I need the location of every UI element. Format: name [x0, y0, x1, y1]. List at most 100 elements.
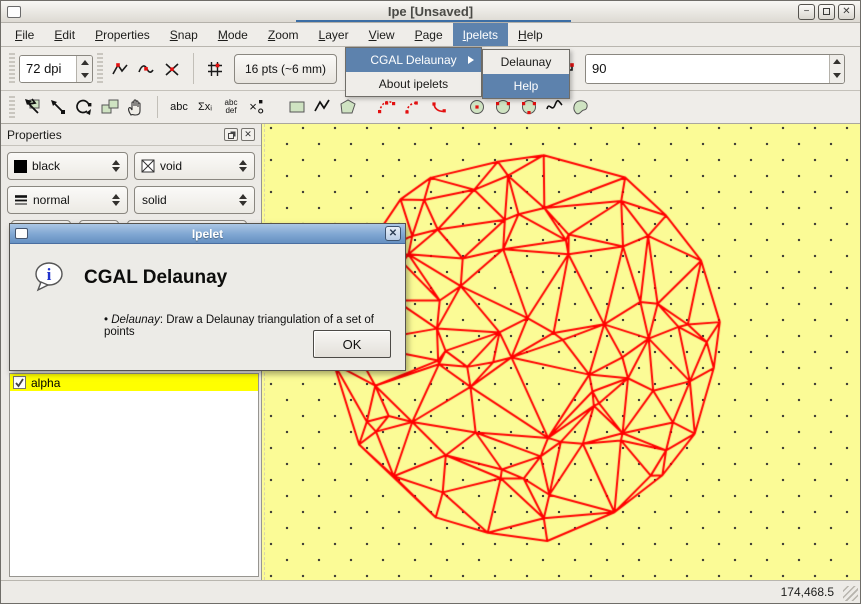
polygon-mode-button[interactable] [336, 95, 362, 119]
toolbar-grip[interactable] [9, 53, 15, 83]
checkmark-icon [14, 377, 25, 388]
spline-mode-button[interactable] [374, 95, 400, 119]
text-label-mode-button[interactable]: abc [166, 95, 192, 119]
resize-grip-icon[interactable] [843, 586, 858, 601]
vertex-snap-icon [111, 60, 129, 78]
dialog-heading: CGAL Delaunay [84, 267, 227, 289]
properties-header: Properties ✕ [1, 124, 261, 146]
description-term: Delaunay [111, 314, 160, 326]
ipelets-dropdown-menu: CGAL Delaunay About ipelets [345, 47, 482, 97]
select-mode-button[interactable] [19, 95, 45, 119]
menuitem-label: CGAL Delaunay [370, 53, 456, 67]
stretch-mode-button[interactable] [97, 95, 123, 119]
menu-mode[interactable]: Mode [208, 23, 258, 46]
menu-help[interactable]: Help [508, 23, 553, 46]
up-arrow-icon [833, 59, 841, 64]
layer-row-alpha[interactable]: alpha [10, 374, 258, 391]
angle-input[interactable] [586, 55, 829, 83]
menuitem-label: Delaunay [501, 55, 552, 69]
rotate-tool-icon [73, 96, 95, 118]
menuitem-delaunay[interactable]: Delaunay [483, 50, 569, 74]
float-icon [228, 133, 234, 139]
menu-page[interactable]: Page [405, 23, 453, 46]
menu-properties[interactable]: Properties [85, 23, 160, 46]
rotate-mode-button[interactable] [71, 95, 97, 119]
resolution-spinbox [19, 55, 93, 83]
dash-style-selector[interactable]: solid [134, 186, 255, 214]
menu-view[interactable]: View [359, 23, 405, 46]
intersection-snap-icon [163, 60, 181, 78]
pen-width-value: normal [33, 193, 109, 207]
status-bar: 174,468.5 [1, 580, 860, 603]
paragraph-tool-icon: abc def [225, 99, 238, 115]
menuitem-help[interactable]: Help [483, 74, 569, 98]
resolution-up-button[interactable] [77, 56, 92, 69]
menu-zoom[interactable]: Zoom [258, 23, 309, 46]
menu-edit[interactable]: Edit [44, 23, 85, 46]
properties-title: Properties [7, 128, 62, 142]
menubar: File Edit Properties Snap Mode Zoom Laye… [1, 23, 860, 47]
arc-tool-icon [402, 96, 424, 118]
marks-shapes-icon [257, 99, 265, 115]
layer-checkbox[interactable] [13, 376, 26, 389]
dialog-title: Ipelet [10, 227, 405, 241]
ipe-window: Ipe [Unsaved] − ✕ File Edit Properties S… [0, 0, 861, 604]
menu-ipelets[interactable]: Ipelets [453, 23, 508, 46]
snap-grid-button[interactable] [202, 56, 228, 82]
menuitem-about-ipelets[interactable]: About ipelets [346, 72, 481, 96]
close-panel-button[interactable]: ✕ [241, 128, 255, 141]
dialog-titlebar[interactable]: Ipelet ✕ [10, 224, 405, 244]
closed-spline-mode-button[interactable] [568, 95, 594, 119]
hand-pan-tool-icon [125, 96, 147, 118]
arc-center-mode-button[interactable] [426, 95, 452, 119]
text-tool-icon: abc [170, 102, 188, 112]
title-underline [296, 20, 571, 22]
toolbar-grip[interactable] [9, 96, 15, 118]
snap-vertex-button[interactable] [107, 56, 133, 82]
marks-mode-button[interactable]: × [244, 95, 270, 119]
resolution-input[interactable] [20, 56, 76, 82]
menu-layer[interactable]: Layer [309, 23, 359, 46]
down-arrow-icon [81, 73, 89, 78]
ipelet-dialog: Ipelet ✕ i CGAL Delaunay • Delaunay: Dra… [9, 223, 406, 371]
stroke-color-selector[interactable]: black [7, 152, 128, 180]
dialog-close-button[interactable]: ✕ [385, 226, 401, 241]
squiggle-tool-icon [544, 96, 566, 118]
snap-intersection-button[interactable] [159, 56, 185, 82]
toolbar-grip[interactable] [97, 53, 103, 83]
rectangle-mode-button[interactable] [284, 95, 310, 119]
cgal-submenu: Delaunay Help [482, 49, 570, 99]
arc-mode-button[interactable] [400, 95, 426, 119]
submenu-arrow-icon [468, 56, 474, 64]
translate-tool-icon [47, 96, 69, 118]
dash-style-value: solid [142, 193, 236, 207]
black-swatch-icon [14, 160, 27, 173]
pan-mode-button[interactable] [123, 95, 149, 119]
marks-tool-icon: × [249, 102, 257, 112]
math-label-mode-button[interactable]: Σxᵢ [192, 95, 218, 119]
ok-button[interactable]: OK [313, 330, 391, 358]
rectangle-tool-icon [286, 96, 308, 118]
grid-size-selector[interactable]: 16 pts (~6 mm) [234, 54, 337, 84]
pen-width-icon [14, 194, 28, 206]
combo-arrows-icon [109, 160, 123, 172]
float-panel-button[interactable] [224, 128, 238, 141]
translate-mode-button[interactable] [45, 95, 71, 119]
angle-up-button[interactable] [830, 55, 844, 69]
closed-spline-tool-icon [570, 96, 592, 118]
paragraph-mode-button[interactable]: abc def [218, 95, 244, 119]
titlebar: Ipe [Unsaved] − ✕ [1, 1, 860, 23]
menuitem-cgal-delaunay[interactable]: CGAL Delaunay [346, 48, 481, 72]
menuitem-label: Help [514, 79, 539, 93]
snap-boundary-button[interactable] [133, 56, 159, 82]
polyline-mode-button[interactable] [310, 95, 336, 119]
fill-style-selector[interactable]: void [134, 152, 255, 180]
angle-down-button[interactable] [830, 69, 844, 83]
menu-file[interactable]: File [5, 23, 44, 46]
pen-width-selector[interactable]: normal [7, 186, 128, 214]
resolution-down-button[interactable] [77, 69, 92, 82]
combo-arrows-icon [236, 194, 250, 206]
layer-name: alpha [31, 376, 60, 390]
fill-style-value: void [160, 159, 236, 173]
menu-snap[interactable]: Snap [160, 23, 208, 46]
